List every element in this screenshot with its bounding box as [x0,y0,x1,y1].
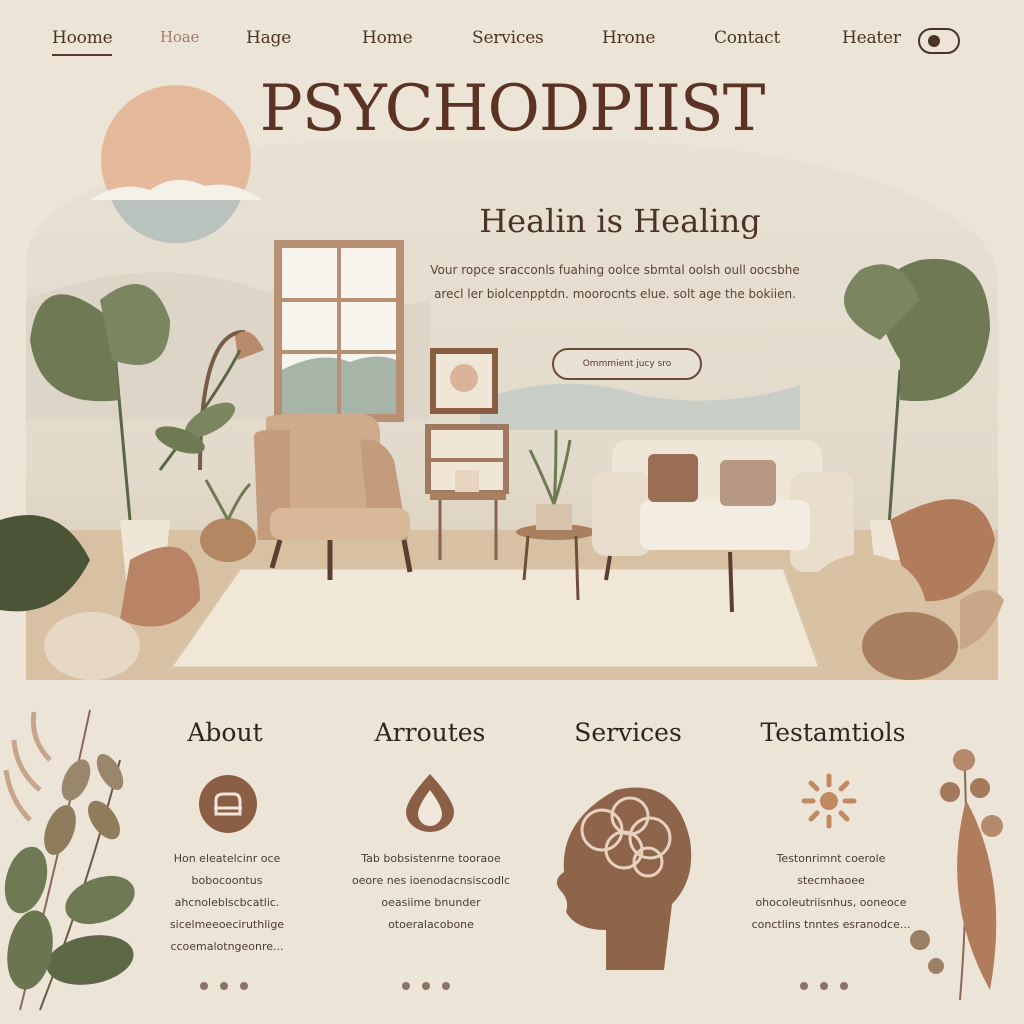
section-text-about: Hon eleatelcinr oce bobocoontus ahcnoleb… [169,852,285,953]
carousel-dots-about[interactable] [200,982,260,992]
section-title-about: About [187,718,263,747]
droplet-icon [406,774,454,832]
window-frame [274,240,404,422]
section-text-testamtiols: Testonrimnt coerole stecmhaoee ohocoleut… [751,852,911,931]
section-title-arroutes: Arroutes [374,718,486,747]
site-title: PSYCHODPIIST [259,72,766,146]
carousel-dots-arroutes[interactable] [402,982,462,992]
hero-tagline: Healin is Healing [479,202,761,240]
hero-cta-button[interactable]: Ommmient jucy sro [552,348,702,380]
section-title-testamtiols: Testamtiols [760,718,906,747]
hero-description: Vour ropce sracconls fuahing oolce sbmta… [430,263,800,301]
chair-icon [199,775,257,833]
section-title-services: Services [574,718,682,747]
section-text-arroutes: Tab bobsistenrne tooraoe oeore nes ioeno… [351,852,511,931]
sun-icon [801,773,857,829]
head-brain-icon [556,787,692,970]
carousel-dots-testamtiols[interactable] [800,982,860,992]
